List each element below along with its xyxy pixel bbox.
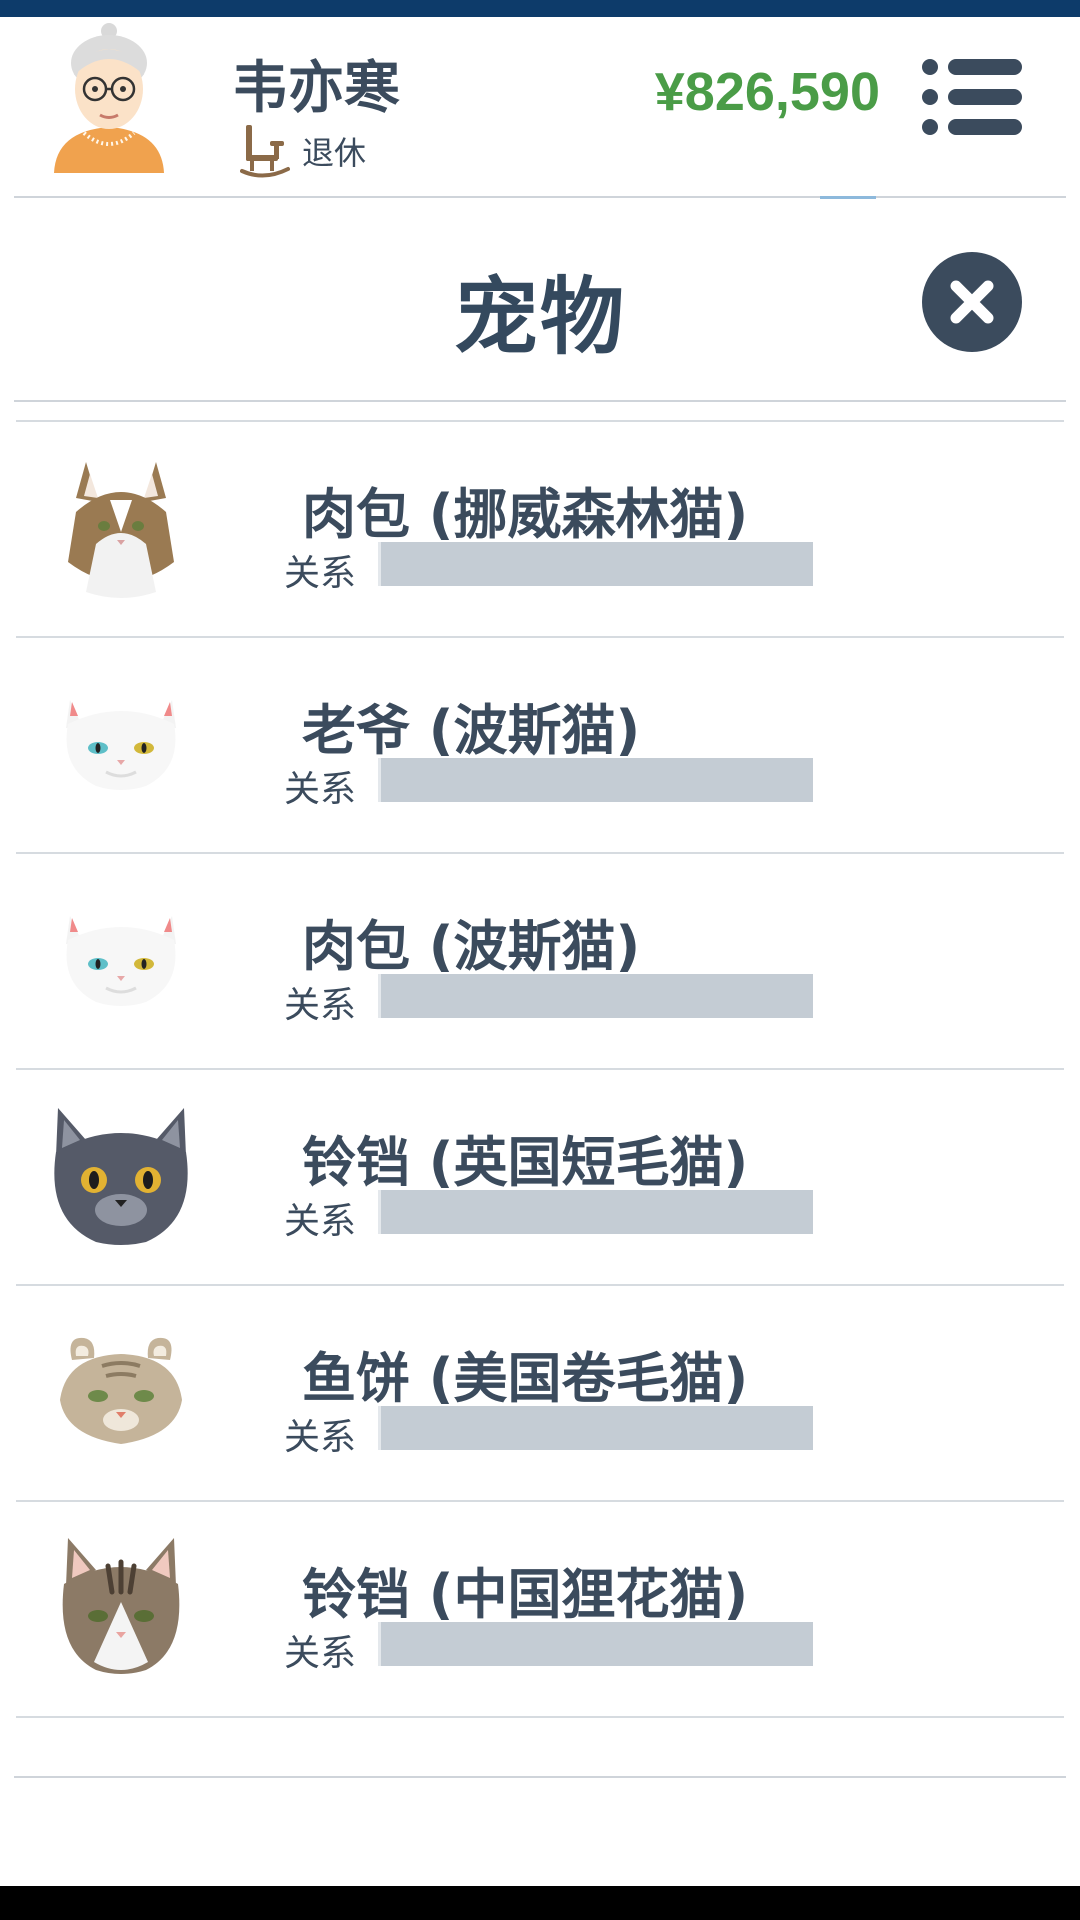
relation-label: 关系 (284, 769, 357, 810)
relation-bar (378, 758, 813, 802)
relation-label: 关系 (284, 1417, 357, 1458)
money-balance: ¥826,590 (654, 62, 880, 122)
relation-label: 关系 (284, 1201, 357, 1242)
relation-label: 关系 (284, 985, 357, 1026)
relation-bar (378, 974, 813, 1018)
pet-name: 铃铛 (中国狸花猫) (302, 1563, 749, 1626)
player-name: 韦亦寒 (232, 56, 400, 121)
pet-list: 肉包 (挪威森林猫) 关系 老爷 (波斯猫) 关系 肉包 (波斯猫) 关系 铃铛… (16, 420, 1064, 1778)
grandma-avatar-icon (54, 23, 164, 173)
relation-label: 关系 (284, 553, 357, 594)
tab-indicator (820, 196, 876, 199)
footer-divider (14, 1776, 1066, 1778)
relation-label: 关系 (284, 1633, 357, 1674)
pet-row[interactable]: 肉包 (波斯猫) 关系 (16, 852, 1064, 1068)
norwegian-forest-cat-icon (68, 462, 174, 598)
pet-row[interactable]: 铃铛 (中国狸花猫) 关系 (16, 1500, 1064, 1716)
rocking-chair-icon (240, 125, 290, 178)
player-header: 韦亦寒 退休 ¥826,590 (0, 17, 1080, 197)
pet-name: 肉包 (波斯猫) (302, 915, 641, 978)
chinese-li-hua-icon (62, 1538, 180, 1674)
close-icon (950, 280, 994, 324)
pet-name: 鱼饼 (美国卷毛猫) (302, 1347, 749, 1410)
title-divider (14, 400, 1066, 402)
modal-title: 宠物 (453, 268, 626, 366)
header-divider (14, 196, 1066, 198)
pet-row[interactable]: 鱼饼 (美国卷毛猫) 关系 (16, 1284, 1064, 1500)
persian-cat-icon (66, 916, 176, 1006)
system-nav-bar (0, 1886, 1080, 1920)
close-button[interactable] (922, 252, 1022, 352)
player-status: 退休 (240, 121, 366, 181)
pet-name: 老爷 (波斯猫) (302, 699, 641, 762)
pet-row[interactable]: 老爷 (波斯猫) 关系 (16, 636, 1064, 852)
system-status-bar (0, 0, 1080, 17)
relation-bar (378, 1406, 813, 1450)
pet-row[interactable]: 肉包 (挪威森林猫) 关系 (16, 420, 1064, 636)
pet-name: 肉包 (挪威森林猫) (302, 483, 749, 546)
relation-bar (378, 1190, 813, 1234)
pet-name: 铃铛 (英国短毛猫) (302, 1131, 749, 1194)
relation-bar (378, 542, 813, 586)
persian-cat-icon (66, 700, 176, 790)
list-end-divider (16, 1716, 1064, 1778)
relation-bar (378, 1622, 813, 1666)
pet-row[interactable]: 铃铛 (英国短毛猫) 关系 (16, 1068, 1064, 1284)
status-label: 退休 (302, 134, 367, 172)
american-curl-icon (60, 1337, 182, 1444)
british-shorthair-icon (54, 1108, 188, 1245)
menu-icon[interactable] (920, 55, 1024, 139)
